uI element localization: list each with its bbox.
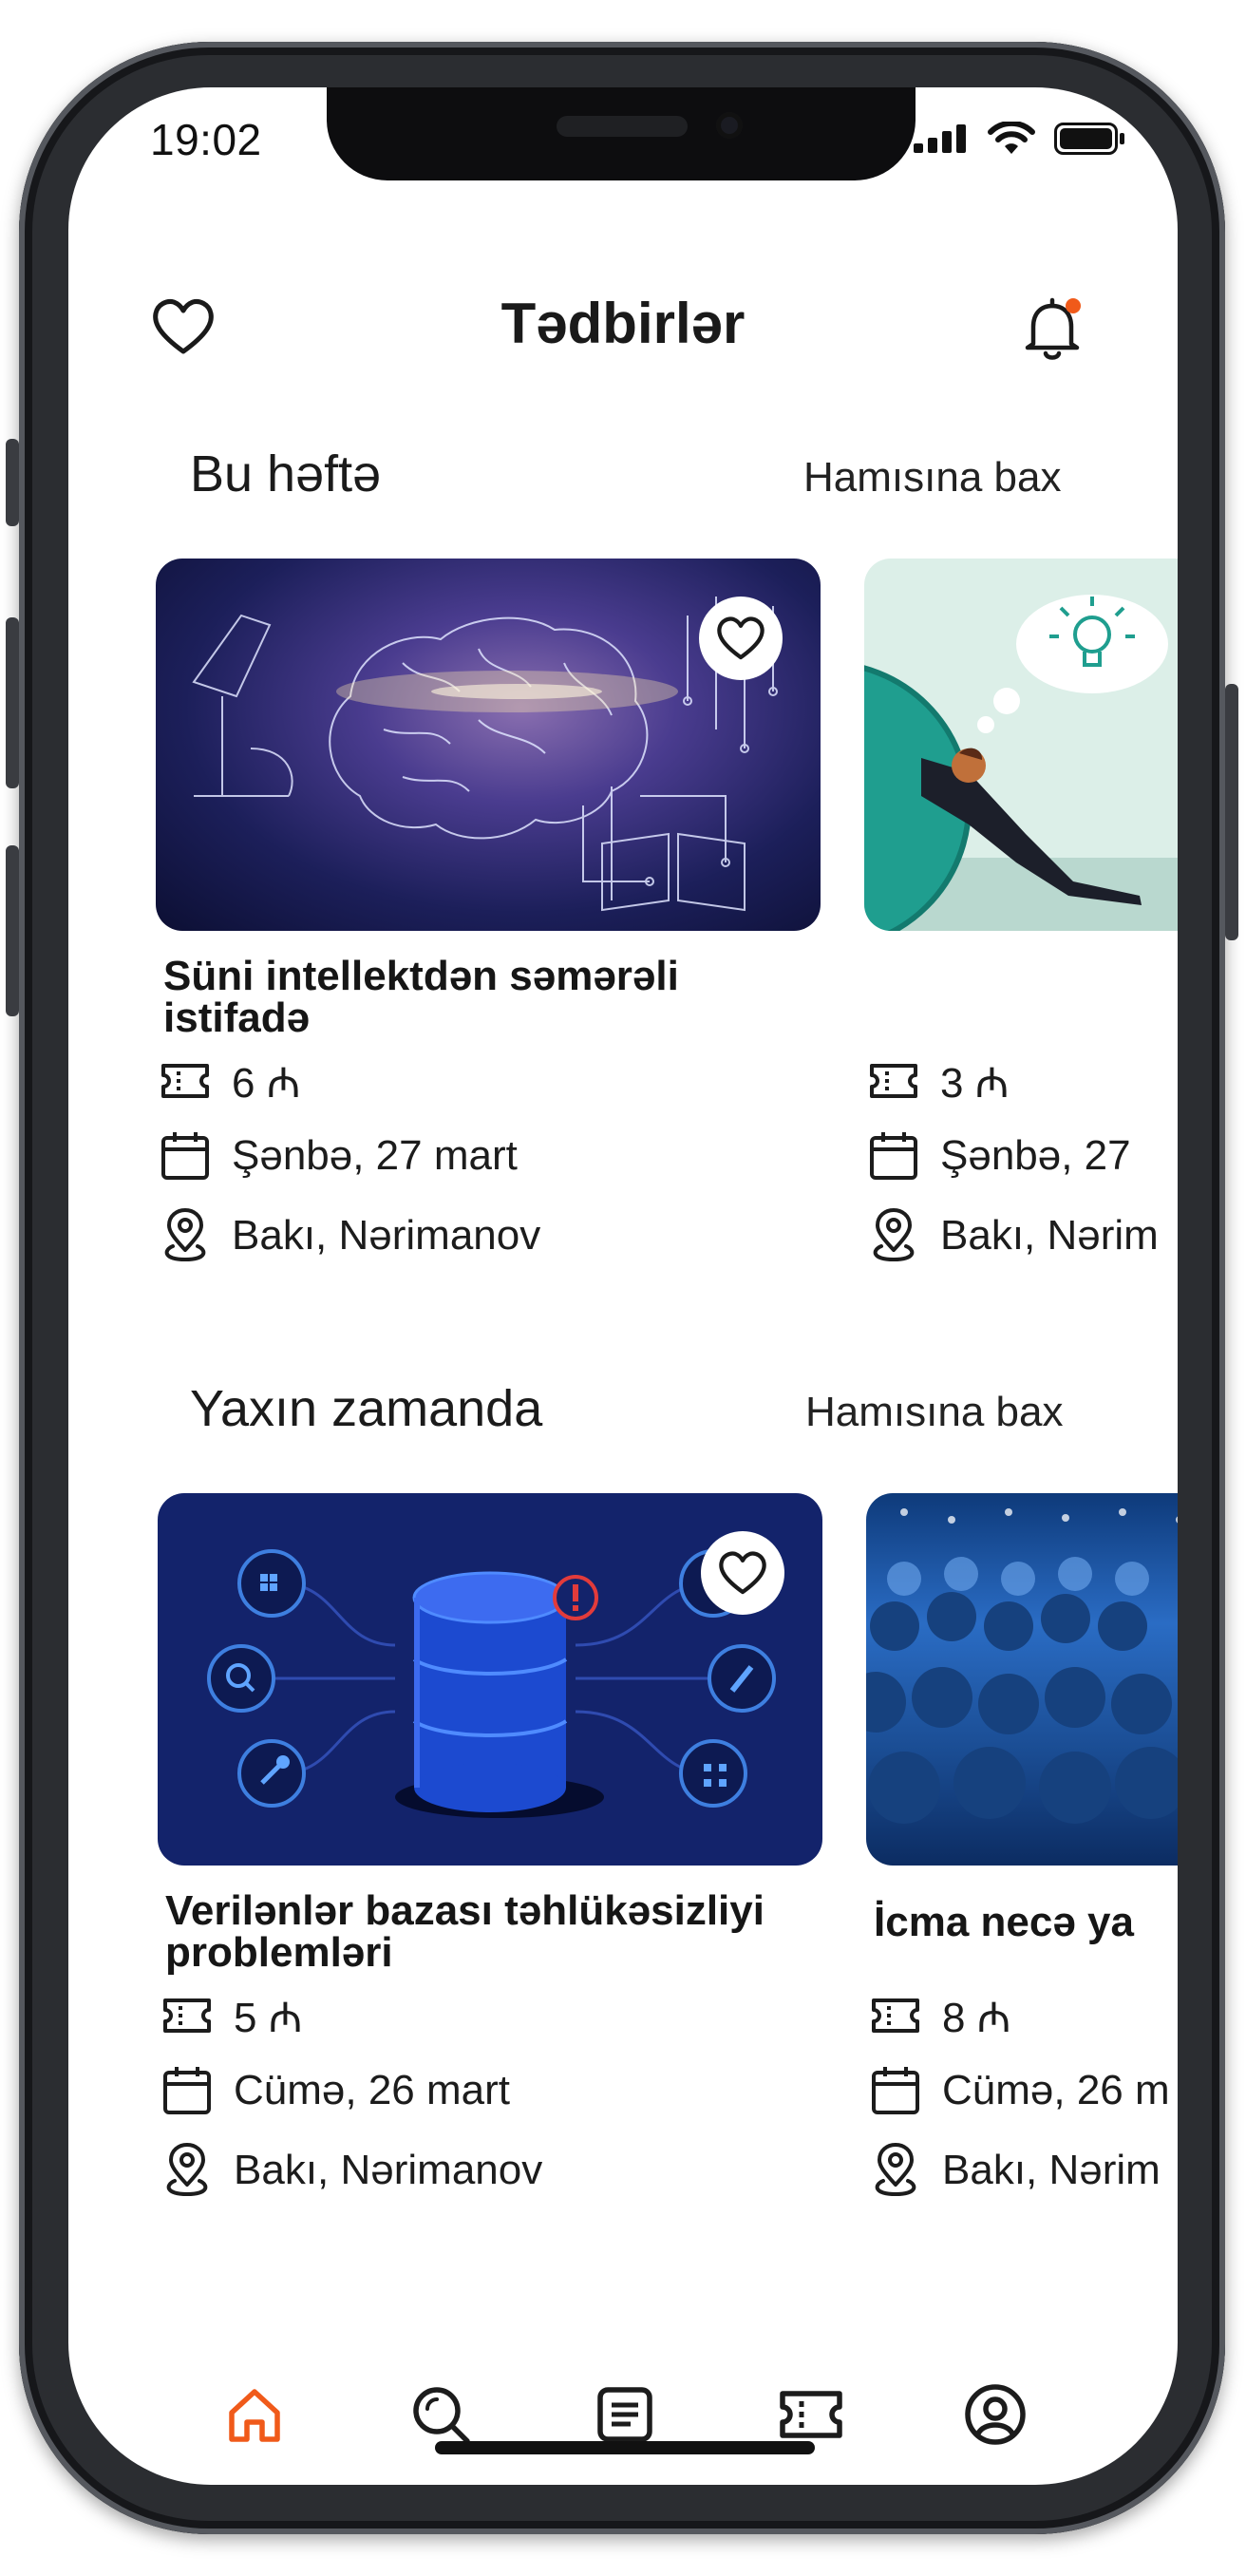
event-date: Cümə, 26 m [942,2067,1170,2113]
event-card[interactable]: İcma necə ya 8 ₼ Cümə, 26 m Bakı, Nərim [866,1493,1178,2215]
event-card[interactable]: 3 ₼ Şənbə, 27 Bakı, Nərim [864,559,1178,1280]
battery-icon [1054,123,1124,155]
section-title-upcoming: Yaxın zamanda [190,1380,543,1437]
notification-dot [1066,298,1081,313]
event-date: Şənbə, 27 mart [232,1132,518,1179]
event-price-row: 8 ₼ [870,1987,1010,2044]
event-title: Süni intellektdən səmərəli istifadə [163,953,679,1041]
event-card[interactable]: Süni intellektdən səmərəli istifadə 6 ₼ … [156,559,821,1280]
event-location: Bakı, Nərim [942,2147,1161,2193]
signal-icon [914,124,966,153]
calendar-icon [872,2067,919,2114]
favorite-button[interactable] [699,597,783,680]
event-date-row: Şənbə, 27 mart [160,1130,518,1182]
heart-icon [717,616,765,660]
heart-icon [719,1551,766,1595]
ticket-icon [161,1064,209,1098]
app-screen: 19:02 Tədbirlər Bu həftə Hamısına bax Sü… [68,87,1178,2485]
calendar-icon [163,2067,211,2114]
man-pushing-sphere-illustration [864,595,1178,931]
location-pin-icon [166,2143,208,2197]
volume-down-button [6,845,19,1016]
status-icons [914,122,1126,156]
home-indicator[interactable] [435,2441,815,2454]
event-price: 5 ₼ [234,1995,303,2041]
event-price: 3 ₼ [940,1060,1010,1107]
event-price: 6 ₼ [232,1060,301,1107]
calendar-icon [161,1132,209,1180]
event-price: 8 ₼ [942,1995,1011,2041]
event-price-row: 5 ₼ [161,1987,302,2044]
event-image-pushing-sphere [864,559,1178,931]
event-date: Cümə, 26 mart [234,2067,510,2113]
status-time: 19:02 [150,115,262,164]
see-all-upcoming-link[interactable]: Hamısına bax [805,1389,1063,1436]
event-location-row: Bakı, Nərimanov [160,1208,540,1263]
event-location-row: Bakı, Nərim [868,1208,1159,1263]
favorite-button[interactable] [701,1531,784,1615]
mute-switch [6,439,19,526]
list-icon [597,2387,652,2442]
event-title: İcma necə ya [874,1899,1134,1945]
ticket-icon [163,1998,211,2033]
wifi-icon [988,122,1035,154]
ticket-icon [780,2391,842,2438]
event-date-row: Şənbə, 27 [868,1130,1131,1182]
event-date-row: Cümə, 26 m [870,2065,1170,2116]
volume-up-button [6,617,19,788]
location-pin-icon [164,1208,206,1262]
conference-crowd-photo [866,1508,1178,1824]
event-card[interactable]: Verilənlər bazası təhlükəsizliyi problem… [158,1493,822,2215]
see-all-this-week-link[interactable]: Hamısına bax [803,454,1061,502]
tab-profile[interactable] [957,2377,1033,2453]
location-pin-icon [873,1208,915,1262]
power-button [1225,684,1238,940]
event-location: Bakı, Nərimanov [232,1212,541,1259]
event-location: Bakı, Nərim [940,1212,1159,1259]
location-pin-icon [875,2143,916,2197]
page-title: Tədbirlər [500,292,746,355]
speaker [557,116,688,137]
event-location-row: Bakı, Nərim [870,2143,1161,2198]
ticket-icon [872,1998,919,2033]
event-title: Verilənlər bazası təhlükəsizliyi problem… [165,1887,765,1976]
event-price-row: 3 ₼ [868,1052,1009,1109]
event-location: Bakı, Nərimanov [234,2147,543,2193]
profile-icon [965,2384,1026,2445]
event-price-row: 6 ₼ [160,1052,300,1109]
bottom-tab-bar [68,2367,1178,2472]
front-camera [716,112,743,139]
event-date: Şənbə, 27 [940,1132,1131,1179]
section-title-this-week: Bu həftə [190,445,382,502]
notch [327,87,916,180]
event-date-row: Cümə, 26 mart [161,2065,510,2116]
notification-bell-icon[interactable] [1014,291,1090,367]
tab-home[interactable] [217,2377,293,2453]
event-location-row: Bakı, Nərimanov [161,2143,542,2198]
event-image-crowd [866,1493,1178,1866]
home-icon [229,2389,280,2442]
ticket-icon [870,1064,917,1098]
calendar-icon [870,1132,917,1180]
search-icon [413,2387,470,2444]
